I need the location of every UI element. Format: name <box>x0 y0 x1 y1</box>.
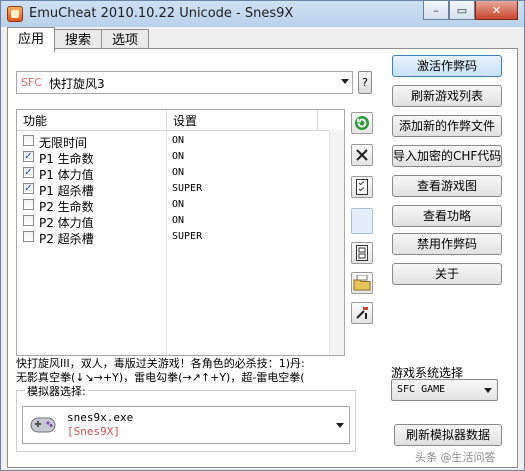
app-icon <box>7 6 23 22</box>
feature-setting: ON <box>172 167 185 178</box>
system-dropdown[interactable]: SFC GAME <box>391 379 498 401</box>
help-button[interactable]: ? <box>358 71 372 94</box>
watermark: 头条 @生活问答 <box>415 451 496 464</box>
table-row[interactable]: 无限时间 ON <box>17 134 344 150</box>
feature-setting: SUPER <box>172 183 203 194</box>
table-row[interactable]: ✓ P1 超杀槽 SUPER <box>17 182 344 198</box>
feature-setting: ON <box>172 199 185 210</box>
column-divider <box>166 110 167 130</box>
game-platform-label: SFC <box>21 76 42 89</box>
row-checkbox[interactable]: ✓ <box>23 183 34 194</box>
feature-setting: ON <box>172 135 185 146</box>
uncheck-all-icon[interactable] <box>351 242 373 264</box>
cheat-list[interactable]: 功能 设置 无限时间 ON ✓ P1 生命数 ON ✓ P1 体力值 ON ✓ … <box>16 109 345 356</box>
column-divider <box>317 110 318 130</box>
delete-icon[interactable] <box>351 144 373 166</box>
row-checkbox[interactable] <box>23 215 34 226</box>
column-header-setting[interactable]: 设置 <box>173 112 197 129</box>
feature-name: P2 生命数 <box>39 200 94 214</box>
emulator-group: 模拟器选择: snes9x.exe [Snes9X] <box>16 383 356 452</box>
list-header: 功能 设置 <box>17 110 344 131</box>
game-dropdown[interactable]: SFC 快打旋风3 <box>16 71 353 94</box>
feature-name: P2 体力值 <box>39 216 94 230</box>
refresh-emulator-data-button[interactable]: 刷新模拟器数据 <box>394 424 502 446</box>
gamepad-icon <box>30 417 56 433</box>
view-game-image-button[interactable]: 查看游戏图 <box>392 175 502 197</box>
check-all-icon[interactable] <box>351 176 373 198</box>
refresh-game-list-button[interactable]: 刷新游戏列表 <box>392 85 502 107</box>
table-row[interactable]: P2 体力值 ON <box>17 214 344 230</box>
tab-strip: 应用 搜索 选项 <box>7 27 150 52</box>
column-header-feature[interactable]: 功能 <box>23 112 47 129</box>
row-checkbox[interactable] <box>23 135 34 146</box>
feature-setting: ON <box>172 151 185 162</box>
tools-icon[interactable] <box>351 302 373 324</box>
game-name: 快打旋风3 <box>49 77 105 91</box>
feature-setting: ON <box>172 215 185 226</box>
add-cheat-file-button[interactable]: 添加新的作弊文件 <box>392 115 502 137</box>
row-checkbox[interactable] <box>23 231 34 242</box>
minimize-button[interactable]: – <box>423 1 449 20</box>
chevron-down-icon <box>336 423 344 428</box>
title-bar[interactable]: EmuCheat 2010.10.22 Unicode - Snes9X – ▭… <box>1 1 524 27</box>
table-row[interactable]: P2 超杀槽 SUPER <box>17 230 344 246</box>
feature-name: P1 超杀槽 <box>39 184 94 198</box>
row-checkbox[interactable] <box>23 199 34 210</box>
about-button[interactable]: 关于 <box>392 263 502 285</box>
table-row[interactable]: ✓ P1 体力值 ON <box>17 166 344 182</box>
emulator-name: [Snes9X] <box>67 425 120 438</box>
table-row[interactable]: ✓ P1 生命数 ON <box>17 150 344 166</box>
window-controls: – ▭ ✕ <box>423 1 518 20</box>
activate-cheat-button[interactable]: 激活作弊码 <box>392 55 502 77</box>
system-group: 游戏系统选择 SFC GAME <box>386 364 506 408</box>
row-checkbox[interactable]: ✓ <box>23 151 34 162</box>
tab-apply[interactable]: 应用 <box>7 27 56 52</box>
feature-name: P1 生命数 <box>39 152 94 166</box>
maximize-button[interactable]: ▭ <box>449 1 475 20</box>
window-title: EmuCheat 2010.10.22 Unicode - Snes9X <box>29 6 294 21</box>
system-value: SFC GAME <box>397 384 446 395</box>
emulator-label: 模拟器选择: <box>25 383 88 399</box>
feature-setting: SUPER <box>172 231 203 242</box>
emulator-exe: snes9x.exe <box>67 411 134 424</box>
feature-name: P1 体力值 <box>39 168 94 182</box>
feature-name: P2 超杀槽 <box>39 232 94 246</box>
row-checkbox[interactable]: ✓ <box>23 167 34 178</box>
chevron-down-icon <box>484 388 492 393</box>
emulator-dropdown[interactable]: snes9x.exe [Snes9X] <box>22 406 350 444</box>
import-chf-button[interactable]: 导入加密的CHF代码 <box>392 145 502 167</box>
blank-toolbar-button[interactable] <box>351 208 373 234</box>
feature-name: 无限时间 <box>39 136 88 150</box>
disable-cheat-button[interactable]: 禁用作弊码 <box>392 233 502 255</box>
list-scrollbar[interactable] <box>329 130 344 355</box>
cht-folder-icon[interactable] <box>351 272 373 294</box>
view-guide-button[interactable]: 查看功略 <box>392 205 502 227</box>
table-row[interactable]: P2 生命数 ON <box>17 198 344 214</box>
chevron-down-icon <box>341 79 349 84</box>
close-button[interactable]: ✕ <box>475 1 518 20</box>
refresh-icon[interactable] <box>351 112 373 134</box>
